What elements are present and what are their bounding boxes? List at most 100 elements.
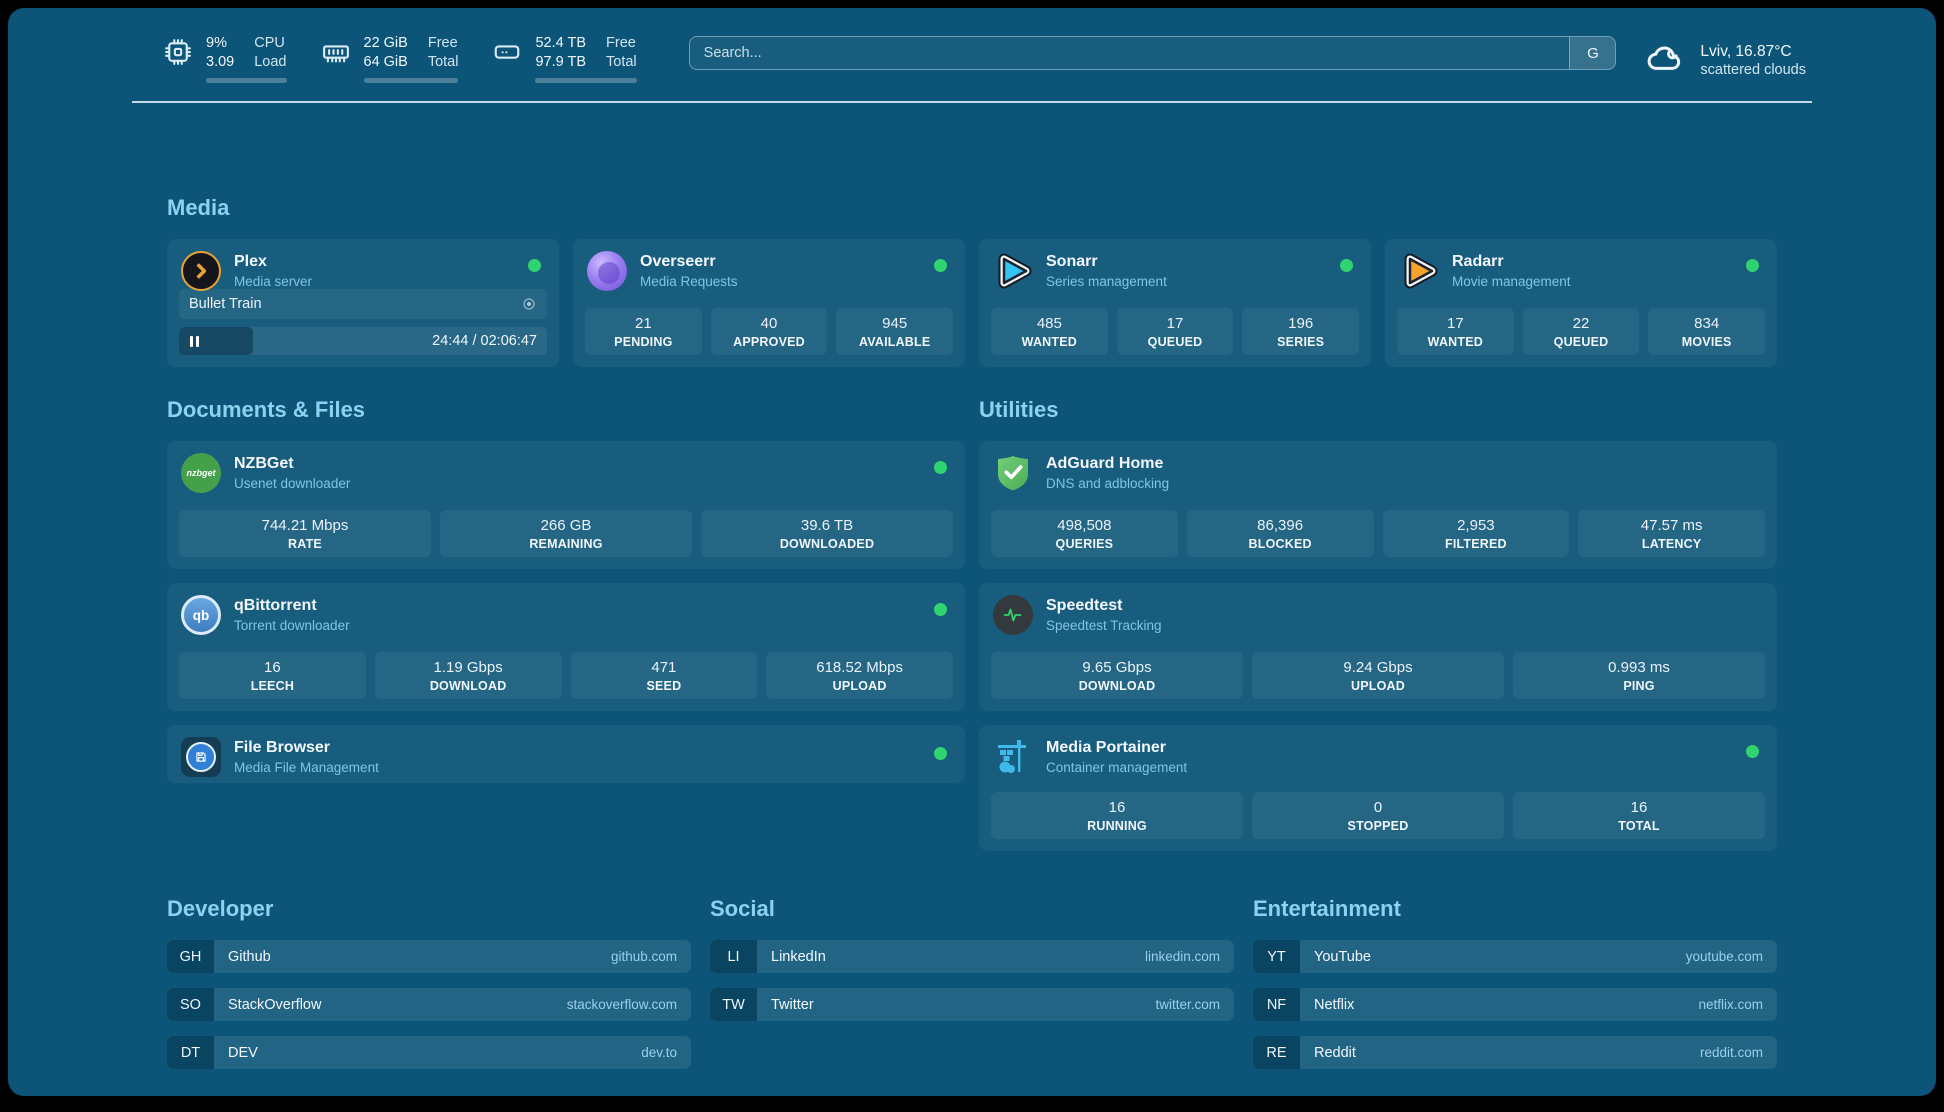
- stat-value: 945: [836, 315, 953, 332]
- stat-value: 498,508: [991, 517, 1178, 534]
- documents-column: Documents & Files nzbget NZBGet Usenet d…: [167, 397, 965, 851]
- bookmark-domain: stackoverflow.com: [567, 997, 677, 1012]
- bookmark-name: Netflix: [1314, 997, 1354, 1013]
- bookmark-name: Github: [228, 949, 271, 965]
- service-card-radarr[interactable]: Radarr Movie management 17 WANTED 22 QUE…: [1385, 239, 1777, 367]
- service-card-plex[interactable]: Plex Media server Bullet Train 24:44 / 0…: [167, 239, 559, 367]
- bookmark-abbr: DT: [167, 1036, 214, 1069]
- stat-label: SERIES: [1242, 335, 1359, 349]
- stat-seed: 471 SEED: [571, 652, 758, 699]
- service-desc: Media File Management: [234, 760, 379, 775]
- stat-label: DOWNLOAD: [991, 679, 1243, 693]
- search-input[interactable]: [690, 37, 1570, 69]
- service-title: Overseerr: [640, 253, 738, 271]
- bookmark-abbr: RE: [1253, 1036, 1300, 1069]
- developer-bookmarks: Developer GH Githubgithub.com SO StackOv…: [167, 896, 691, 1084]
- service-desc: Torrent downloader: [234, 618, 350, 633]
- bookmark-reddit[interactable]: RE Reddit reddit.com: [1253, 1036, 1777, 1069]
- bookmark-domain: linkedin.com: [1145, 949, 1220, 964]
- stat-value: 17: [1397, 315, 1514, 332]
- service-card-sonarr[interactable]: Sonarr Series management 485 WANTED 17 Q…: [979, 239, 1371, 367]
- stat-value: 485: [991, 315, 1108, 332]
- stat-value: 86,396: [1187, 517, 1374, 534]
- stat-label: DOWNLOADED: [701, 537, 953, 551]
- bookmark-abbr: NF: [1253, 988, 1300, 1021]
- playback-progress-bar[interactable]: 24:44 / 02:06:47: [179, 327, 547, 355]
- bookmark-domain: reddit.com: [1700, 1045, 1763, 1060]
- stat-remaining: 266 GB REMAINING: [440, 510, 692, 557]
- stat-label: TOTAL: [1513, 819, 1765, 833]
- media-cards: Plex Media server Bullet Train 24:44 / 0…: [167, 239, 1777, 367]
- stat-label: QUEUED: [1117, 335, 1234, 349]
- bookmark-netflix[interactable]: NF Netflixnetflix.com: [1253, 988, 1777, 1021]
- status-dot: [528, 259, 541, 272]
- cpu-label: CPU: [254, 34, 286, 53]
- adguard-icon: [993, 453, 1033, 493]
- stat-queued: 17 QUEUED: [1117, 308, 1234, 355]
- stat-label: RATE: [179, 537, 431, 551]
- weather-widget: Lviv, 16.87°C scattered clouds: [1644, 36, 1806, 83]
- speedtest-icon: [993, 595, 1033, 635]
- bookmark-domain: youtube.com: [1686, 949, 1763, 964]
- stat-blocked: 86,396 BLOCKED: [1187, 510, 1374, 557]
- bookmark-linkedin[interactable]: LI LinkedInlinkedin.com: [710, 940, 1234, 973]
- stat-filtered: 2,953 FILTERED: [1383, 510, 1570, 557]
- status-dot: [1340, 259, 1353, 272]
- bookmark-name: LinkedIn: [771, 949, 826, 965]
- service-card-portainer[interactable]: Media Portainer Container management 16 …: [979, 725, 1777, 851]
- memory-metric: 22 GiB Free 64 GiB Total: [321, 34, 459, 83]
- stat-value: 39.6 TB: [701, 517, 953, 534]
- service-title: AdGuard Home: [1046, 455, 1169, 473]
- service-card-overseerr[interactable]: Overseerr Media Requests 21 PENDING 40 A…: [573, 239, 965, 367]
- gear-icon[interactable]: [521, 296, 537, 312]
- stat-value: 16: [179, 659, 366, 676]
- now-playing-row: Bullet Train: [179, 289, 547, 319]
- cpu-usage: 9%: [206, 34, 234, 53]
- stat-value: 40: [711, 315, 828, 332]
- stat-label: APPROVED: [711, 335, 828, 349]
- cpu-metric: 9% CPU 3.09 Load: [163, 34, 287, 83]
- service-card-adguard[interactable]: AdGuard Home DNS and adblocking 498,508 …: [979, 441, 1777, 569]
- stat-approved: 40 APPROVED: [711, 308, 828, 355]
- stat-label: WANTED: [991, 335, 1108, 349]
- memory-total-label: Total: [428, 53, 459, 72]
- bookmark-github[interactable]: GH Githubgithub.com: [167, 940, 691, 973]
- service-desc: Container management: [1046, 760, 1187, 775]
- stat-download: 1.19 Gbps DOWNLOAD: [375, 652, 562, 699]
- cpu-load-label: Load: [254, 53, 286, 72]
- stat-total: 16 TOTAL: [1513, 792, 1765, 839]
- stat-label: REMAINING: [440, 537, 692, 551]
- pause-icon[interactable]: [190, 336, 199, 347]
- search-provider-button[interactable]: G: [1569, 37, 1615, 69]
- stat-value: 266 GB: [440, 517, 692, 534]
- bookmark-abbr: SO: [167, 988, 214, 1021]
- stat-label: LEECH: [179, 679, 366, 693]
- bookmark-name: Reddit: [1314, 1045, 1356, 1061]
- bookmark-twitter[interactable]: TW Twittertwitter.com: [710, 988, 1234, 1021]
- stat-label: QUEUED: [1523, 335, 1640, 349]
- service-card-qbittorrent[interactable]: qb qBittorrent Torrent downloader 16 LEE…: [167, 583, 965, 711]
- memory-free-label: Free: [428, 34, 459, 53]
- stat-available: 945 AVAILABLE: [836, 308, 953, 355]
- stat-value: 9.24 Gbps: [1252, 659, 1504, 676]
- service-card-nzbget[interactable]: nzbget NZBGet Usenet downloader 744.21 M…: [167, 441, 965, 569]
- stat-upload: 9.24 Gbps UPLOAD: [1252, 652, 1504, 699]
- stat-upload: 618.52 Mbps UPLOAD: [766, 652, 953, 699]
- stat-movies: 834 MOVIES: [1648, 308, 1765, 355]
- stat-label: UPLOAD: [766, 679, 953, 693]
- service-card-filebrowser[interactable]: File Browser Media File Management: [167, 725, 965, 783]
- stat-value: 17: [1117, 315, 1234, 332]
- memory-progress-bar: [364, 78, 459, 83]
- bookmark-youtube[interactable]: YT YouTubeyoutube.com: [1253, 940, 1777, 973]
- memory-icon: [321, 37, 351, 69]
- service-title: qBittorrent: [234, 597, 350, 615]
- stat-download: 9.65 Gbps DOWNLOAD: [991, 652, 1243, 699]
- stat-latency: 47.57 ms LATENCY: [1578, 510, 1765, 557]
- bookmark-name: DEV: [228, 1045, 258, 1061]
- bookmark-dev[interactable]: DT DEVdev.to: [167, 1036, 691, 1069]
- stat-value: 618.52 Mbps: [766, 659, 953, 676]
- playback-time: 24:44 / 02:06:47: [432, 333, 537, 349]
- qbittorrent-icon: qb: [181, 595, 221, 635]
- bookmark-stackoverflow[interactable]: SO StackOverflowstackoverflow.com: [167, 988, 691, 1021]
- service-card-speedtest[interactable]: Speedtest Speedtest Tracking 9.65 Gbps D…: [979, 583, 1777, 711]
